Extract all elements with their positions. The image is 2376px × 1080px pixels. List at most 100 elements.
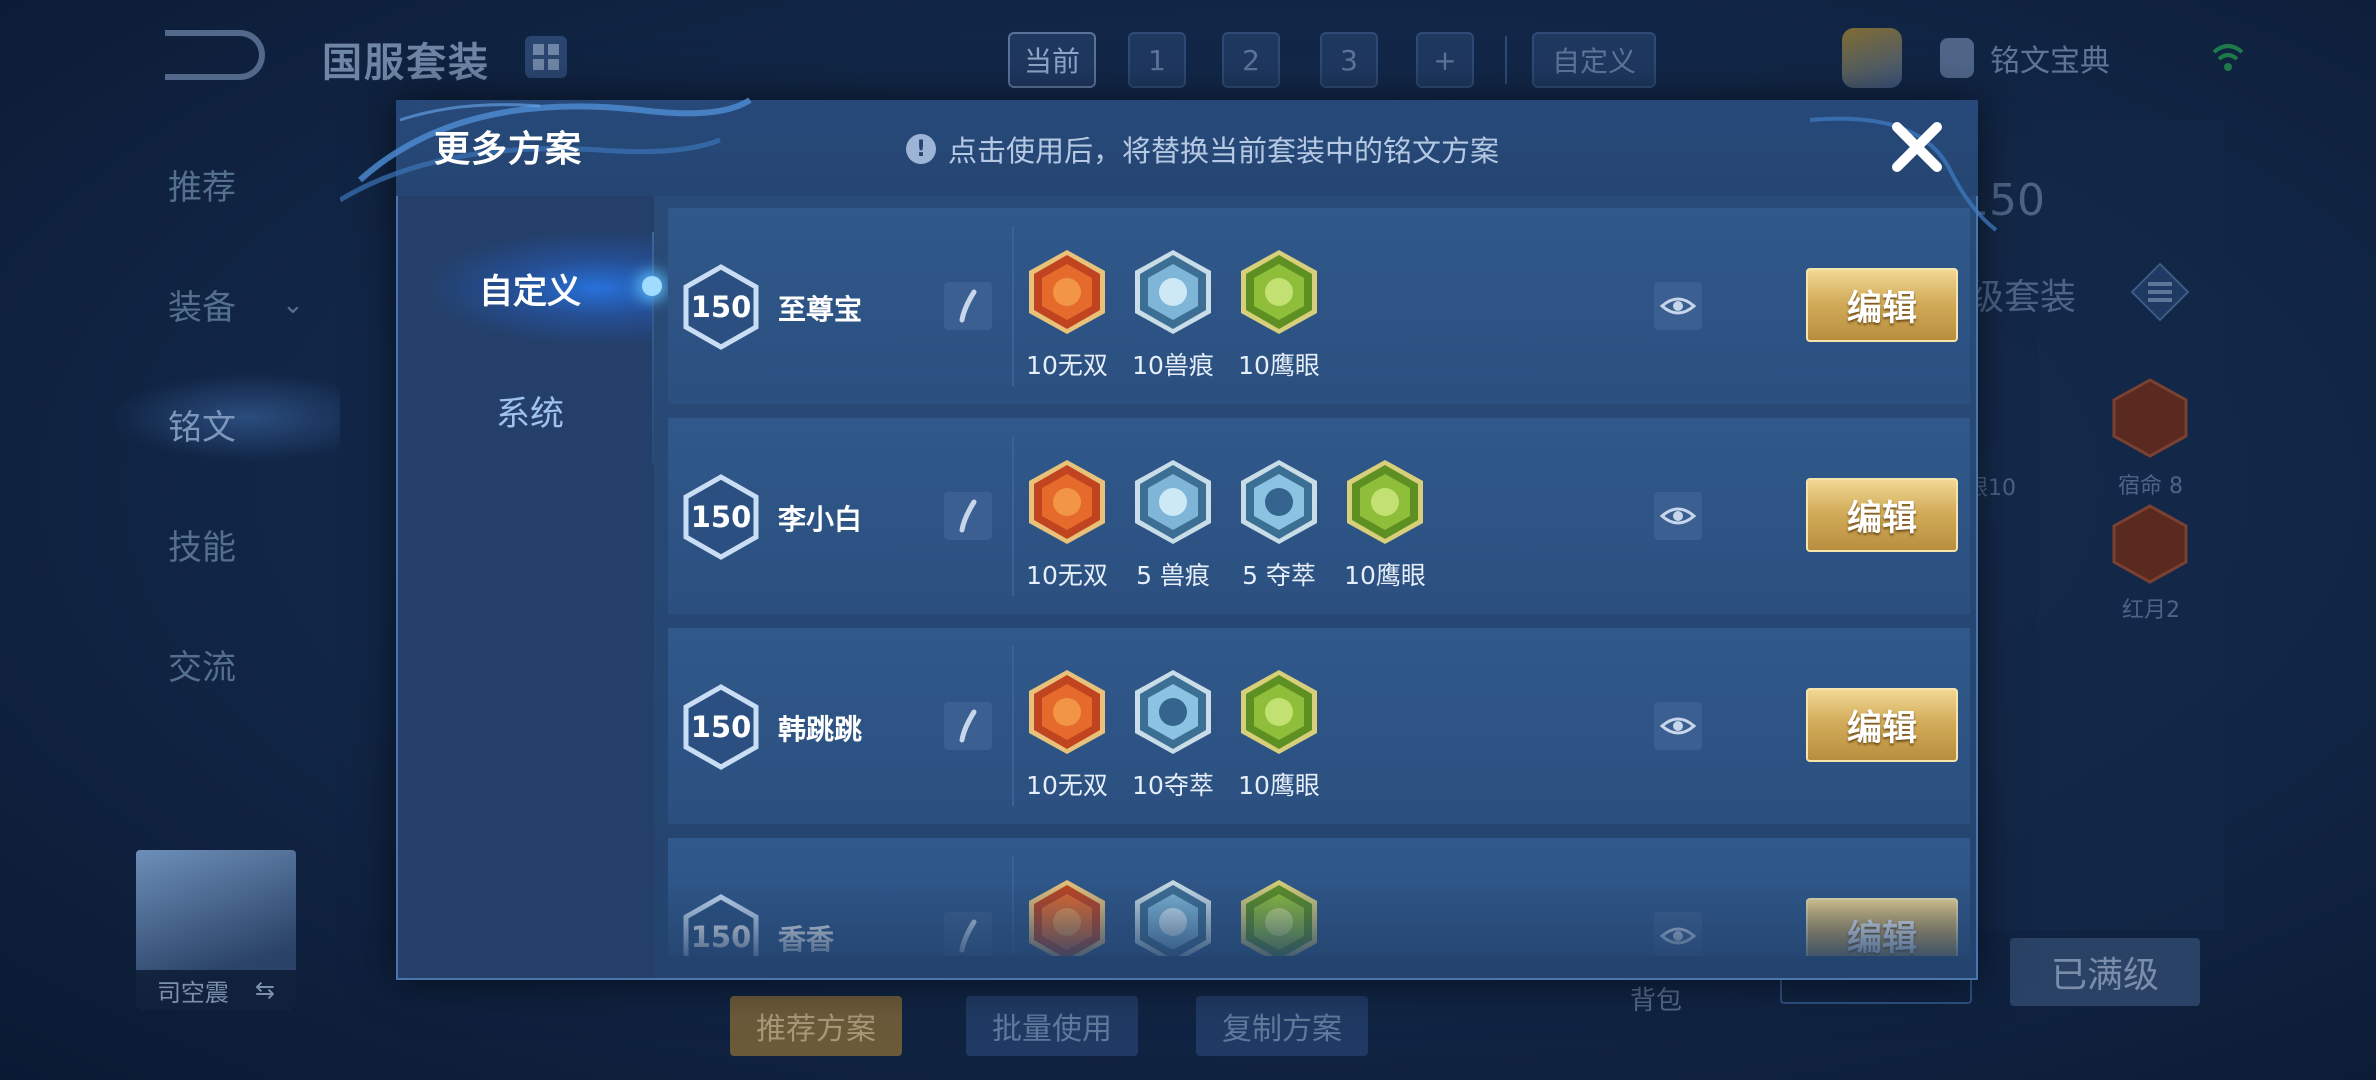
rename-button[interactable] — [944, 702, 992, 750]
pen-icon — [959, 499, 977, 533]
copy-plan-button[interactable]: 复制方案 — [1196, 996, 1368, 1056]
hero-name-bar[interactable]: 司空震 ⇆ — [136, 970, 296, 1010]
pen-icon — [959, 289, 977, 323]
side-item-skills[interactable]: 技能 — [168, 520, 236, 569]
rune-item: 10鹰眼 — [1344, 458, 1426, 592]
red-rune-icon — [1026, 880, 1108, 956]
recommend-plan-button[interactable]: 推荐方案 — [730, 996, 902, 1056]
preview-button[interactable] — [1654, 912, 1702, 956]
rune-item: 10鹰眼 — [1238, 668, 1320, 802]
blue-rune-icon — [1132, 670, 1214, 760]
edit-button[interactable]: 编辑 — [1806, 478, 1958, 552]
preview-button[interactable] — [1654, 282, 1702, 330]
rune-item: 5 夺萃 — [1238, 458, 1320, 592]
rune-item: 5 兽痕 — [1132, 458, 1214, 592]
green-rune-icon — [1238, 250, 1320, 340]
rune-label: 10夺萃 — [1132, 771, 1214, 800]
pack-label[interactable]: 背包 — [1630, 980, 1682, 1017]
rune-item: 10无双 — [1026, 458, 1108, 592]
rune-item: 10夺萃 — [1132, 668, 1214, 802]
tab-system-plans[interactable]: 系统 — [440, 386, 620, 435]
rune-label: 10无双 — [1026, 561, 1108, 590]
menu-icon[interactable] — [2130, 262, 2190, 322]
plan-row[interactable]: 150 香香 编辑 — [668, 838, 1970, 956]
maxed-button[interactable]: 已满级 — [2010, 938, 2200, 1006]
plan-row[interactable]: 150 韩跳跳 10无双 10夺萃 10鹰眼 编辑 — [668, 628, 1970, 824]
red-rune-icon — [1026, 670, 1108, 760]
rune-label: 10鹰眼 — [1344, 561, 1426, 590]
tab-custom-plans[interactable]: 自定义 — [440, 264, 620, 313]
tab-divider — [1505, 36, 1507, 84]
rune-item: 10无双 — [1026, 668, 1108, 802]
tab-current[interactable]: 当前 — [1008, 32, 1097, 88]
wifi-icon — [2212, 44, 2244, 71]
back-arrow-icon[interactable] — [165, 30, 265, 80]
level-hex-icon: 150 — [682, 684, 760, 770]
side-item-runes[interactable]: 铭文 — [168, 400, 236, 449]
hero-name: 司空震 — [156, 978, 229, 1007]
green-rune-icon — [1238, 670, 1320, 760]
rune-label: 10兽痕 — [1132, 351, 1214, 380]
row-separator — [1012, 226, 1014, 386]
edit-button[interactable]: 编辑 — [1806, 268, 1958, 342]
blue-rune-icon — [1132, 460, 1214, 550]
side-item-equipment[interactable]: 装备 — [168, 280, 236, 329]
side-item-community[interactable]: 交流 — [168, 640, 236, 689]
rune-list: 10无双 5 兽痕 5 夺萃 10鹰眼 — [1026, 458, 1426, 592]
plan-level: 150 — [690, 920, 752, 954]
right-panel-rune-label: 红月2 — [2122, 598, 2180, 623]
plan-list[interactable]: 150 至尊宝 10无双 10兽痕 10鹰眼 编辑 150 李小白 10无双 5… — [668, 208, 1970, 956]
rune-list: 10无双 10夺萃 10鹰眼 — [1026, 668, 1320, 802]
tab-custom[interactable]: 自定义 — [1532, 32, 1657, 88]
close-button[interactable] — [1884, 114, 1950, 180]
edit-button[interactable]: 编辑 — [1806, 898, 1958, 956]
info-icon: ! — [906, 134, 936, 164]
rune-label: 10鹰眼 — [1238, 771, 1320, 800]
tab-1[interactable]: 1 — [1128, 32, 1186, 88]
rune-label: 10鹰眼 — [1238, 351, 1320, 380]
plan-level: 150 — [690, 710, 752, 744]
eye-icon — [1660, 507, 1696, 525]
plan-level: 150 — [690, 500, 752, 534]
rune-label: 5 兽痕 — [1136, 561, 1210, 590]
plan-row[interactable]: 150 至尊宝 10无双 10兽痕 10鹰眼 编辑 — [668, 208, 1970, 404]
notice-text: 点击使用后，将替换当前套装中的铭文方案 — [948, 134, 1500, 168]
chevron-down-icon: ⌄ — [282, 290, 304, 320]
blue-rune-icon — [1238, 460, 1320, 550]
level-hex-icon: 150 — [682, 264, 760, 350]
red-rune-icon — [2112, 504, 2188, 584]
mascot-icon[interactable] — [1842, 28, 1902, 88]
codex-label: 铭文宝典 — [1990, 44, 2110, 79]
rename-button[interactable] — [944, 912, 992, 956]
tab-3[interactable]: 3 — [1320, 32, 1378, 88]
eye-icon — [1660, 717, 1696, 735]
swap-icon: ⇆ — [254, 976, 276, 1004]
rune-label: 10无双 — [1026, 771, 1108, 800]
rune-label: 5 夺萃 — [1242, 561, 1316, 590]
preview-button[interactable] — [1654, 492, 1702, 540]
right-panel-rune-label: 宿命 8 — [2118, 474, 2183, 499]
plan-row[interactable]: 150 李小白 10无双 5 兽痕 5 夺萃 10鹰眼 编辑 — [668, 418, 1970, 614]
row-separator — [1012, 646, 1014, 806]
pen-icon — [959, 919, 977, 953]
grid-icon[interactable] — [525, 36, 567, 78]
side-item-recommend[interactable]: 推荐 — [168, 160, 236, 209]
level-hex-icon: 150 — [682, 474, 760, 560]
edit-button[interactable]: 编辑 — [1806, 688, 1958, 762]
preview-button[interactable] — [1654, 702, 1702, 750]
row-separator — [1012, 856, 1014, 956]
plan-name: 李小白 — [778, 503, 863, 536]
tab-separator — [652, 232, 654, 464]
tab-2[interactable]: 2 — [1222, 32, 1280, 88]
rename-button[interactable] — [944, 282, 992, 330]
codex-button[interactable]: 铭文宝典 — [1940, 36, 2110, 80]
rune-list — [1026, 878, 1320, 956]
blue-rune-icon — [1132, 880, 1214, 956]
eye-icon — [1660, 297, 1696, 315]
rune-item: 10鹰眼 — [1238, 248, 1320, 382]
batch-use-button[interactable]: 批量使用 — [966, 996, 1138, 1056]
row-separator — [1012, 436, 1014, 596]
tab-add[interactable]: + — [1416, 32, 1474, 88]
dialog-notice: ! 点击使用后，将替换当前套装中的铭文方案 — [906, 128, 1499, 170]
rename-button[interactable] — [944, 492, 992, 540]
